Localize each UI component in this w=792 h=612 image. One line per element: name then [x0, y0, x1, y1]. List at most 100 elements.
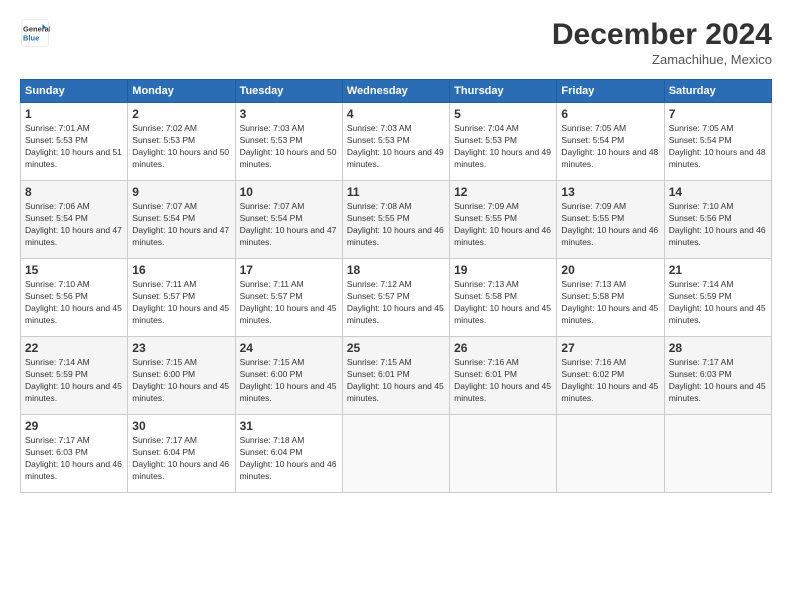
calendar-cell: 21 Sunrise: 7:14 AMSunset: 5:59 PMDayligh…	[664, 259, 771, 337]
calendar-table: SundayMondayTuesdayWednesdayThursdayFrid…	[20, 79, 772, 493]
day-info: Sunrise: 7:15 AMSunset: 6:01 PMDaylight:…	[347, 357, 445, 405]
day-info: Sunrise: 7:14 AMSunset: 5:59 PMDaylight:…	[25, 357, 123, 405]
day-number: 22	[25, 341, 123, 355]
calendar-cell: 15Sunrise: 7:10 AMSunset: 5:56 PMDayligh…	[21, 259, 128, 337]
logo-icon: General Blue	[20, 18, 50, 48]
calendar-cell: 25Sunrise: 7:15 AMSunset: 6:01 PMDayligh…	[342, 337, 449, 415]
day-number: 12	[454, 185, 552, 199]
day-number: 29	[25, 419, 123, 433]
svg-text:General: General	[23, 25, 50, 34]
day-number: 20	[561, 263, 659, 277]
calendar-cell: 28 Sunrise: 7:17 AMSunset: 6:03 PMDayligh…	[664, 337, 771, 415]
calendar-cell: 20 Sunrise: 7:13 AMSunset: 5:58 PMDayligh…	[557, 259, 664, 337]
day-info: Sunrise: 7:04 AMSunset: 5:53 PMDaylight:…	[454, 123, 552, 171]
day-number: 30	[132, 419, 230, 433]
day-number: 7	[669, 107, 767, 121]
day-info: Sunrise: 7:03 AMSunset: 5:53 PMDaylight:…	[347, 123, 445, 171]
day-info: Sunrise: 7:06 AMSunset: 5:54 PMDaylight:…	[25, 201, 123, 249]
day-info: Sunrise: 7:05 AMSunset: 5:54 PMDaylight:…	[561, 123, 659, 171]
day-number: 19	[454, 263, 552, 277]
day-header-monday: Monday	[128, 80, 235, 103]
day-info: Sunrise: 7:12 AMSunset: 5:57 PMDaylight:…	[347, 279, 445, 327]
calendar-cell: 11 Sunrise: 7:08 AMSunset: 5:55 PMDayligh…	[342, 181, 449, 259]
day-number: 5	[454, 107, 552, 121]
day-number: 23	[132, 341, 230, 355]
day-info: Sunrise: 7:17 AMSunset: 6:03 PMDaylight:…	[25, 435, 123, 483]
day-info: Sunrise: 7:17 AMSunset: 6:04 PMDaylight:…	[132, 435, 230, 483]
calendar-week-3: 15Sunrise: 7:10 AMSunset: 5:56 PMDayligh…	[21, 259, 772, 337]
calendar-body: 1 Sunrise: 7:01 AMSunset: 5:53 PMDaylight…	[21, 103, 772, 493]
day-info: Sunrise: 7:11 AMSunset: 5:57 PMDaylight:…	[240, 279, 338, 327]
calendar-cell: 29 Sunrise: 7:17 AMSunset: 6:03 PMDayligh…	[21, 415, 128, 493]
calendar-cell: 1 Sunrise: 7:01 AMSunset: 5:53 PMDaylight…	[21, 103, 128, 181]
calendar-cell: 16Sunrise: 7:11 AMSunset: 5:57 PMDayligh…	[128, 259, 235, 337]
day-header-thursday: Thursday	[450, 80, 557, 103]
calendar-cell: 22 Sunrise: 7:14 AMSunset: 5:59 PMDayligh…	[21, 337, 128, 415]
day-number: 10	[240, 185, 338, 199]
day-number: 27	[561, 341, 659, 355]
calendar-cell: 9 Sunrise: 7:07 AMSunset: 5:54 PMDaylight…	[128, 181, 235, 259]
calendar-cell	[450, 415, 557, 493]
day-number: 24	[240, 341, 338, 355]
day-header-friday: Friday	[557, 80, 664, 103]
day-info: Sunrise: 7:15 AMSunset: 6:00 PMDaylight:…	[240, 357, 338, 405]
calendar-cell	[664, 415, 771, 493]
day-number: 26	[454, 341, 552, 355]
day-info: Sunrise: 7:16 AMSunset: 6:02 PMDaylight:…	[561, 357, 659, 405]
day-info: Sunrise: 7:05 AMSunset: 5:54 PMDaylight:…	[669, 123, 767, 171]
day-number: 6	[561, 107, 659, 121]
calendar-header-row: SundayMondayTuesdayWednesdayThursdayFrid…	[21, 80, 772, 103]
day-number: 14	[669, 185, 767, 199]
day-number: 11	[347, 185, 445, 199]
svg-text:Blue: Blue	[23, 34, 39, 43]
day-number: 18	[347, 263, 445, 277]
day-info: Sunrise: 7:17 AMSunset: 6:03 PMDaylight:…	[669, 357, 767, 405]
header: General Blue December 2024 Zamachihue, M…	[20, 18, 772, 67]
day-info: Sunrise: 7:09 AMSunset: 5:55 PMDaylight:…	[454, 201, 552, 249]
calendar-cell: 17 Sunrise: 7:11 AMSunset: 5:57 PMDayligh…	[235, 259, 342, 337]
day-info: Sunrise: 7:13 AMSunset: 5:58 PMDaylight:…	[561, 279, 659, 327]
calendar-cell: 12 Sunrise: 7:09 AMSunset: 5:55 PMDayligh…	[450, 181, 557, 259]
calendar-cell: 6 Sunrise: 7:05 AMSunset: 5:54 PMDaylight…	[557, 103, 664, 181]
day-info: Sunrise: 7:07 AMSunset: 5:54 PMDaylight:…	[240, 201, 338, 249]
day-number: 16	[132, 263, 230, 277]
day-info: Sunrise: 7:01 AMSunset: 5:53 PMDaylight:…	[25, 123, 123, 171]
day-number: 9	[132, 185, 230, 199]
day-number: 2	[132, 107, 230, 121]
calendar-cell: 14 Sunrise: 7:10 AMSunset: 5:56 PMDayligh…	[664, 181, 771, 259]
calendar-cell: 23Sunrise: 7:15 AMSunset: 6:00 PMDayligh…	[128, 337, 235, 415]
month-title: December 2024	[552, 18, 772, 52]
day-info: Sunrise: 7:09 AMSunset: 5:55 PMDaylight:…	[561, 201, 659, 249]
title-block: December 2024 Zamachihue, Mexico	[552, 18, 772, 67]
day-info: Sunrise: 7:14 AMSunset: 5:59 PMDaylight:…	[669, 279, 767, 327]
calendar-cell: 27 Sunrise: 7:16 AMSunset: 6:02 PMDayligh…	[557, 337, 664, 415]
calendar-cell: 19 Sunrise: 7:13 AMSunset: 5:58 PMDayligh…	[450, 259, 557, 337]
day-number: 28	[669, 341, 767, 355]
calendar-cell: 10 Sunrise: 7:07 AMSunset: 5:54 PMDayligh…	[235, 181, 342, 259]
calendar-cell: 18 Sunrise: 7:12 AMSunset: 5:57 PMDayligh…	[342, 259, 449, 337]
day-info: Sunrise: 7:13 AMSunset: 5:58 PMDaylight:…	[454, 279, 552, 327]
calendar-cell: 26Sunrise: 7:16 AMSunset: 6:01 PMDayligh…	[450, 337, 557, 415]
calendar-cell: 13Sunrise: 7:09 AMSunset: 5:55 PMDayligh…	[557, 181, 664, 259]
calendar-cell: 8Sunrise: 7:06 AMSunset: 5:54 PMDaylight…	[21, 181, 128, 259]
day-info: Sunrise: 7:03 AMSunset: 5:53 PMDaylight:…	[240, 123, 338, 171]
day-info: Sunrise: 7:08 AMSunset: 5:55 PMDaylight:…	[347, 201, 445, 249]
day-number: 1	[25, 107, 123, 121]
calendar-cell: 30 Sunrise: 7:17 AMSunset: 6:04 PMDayligh…	[128, 415, 235, 493]
day-info: Sunrise: 7:07 AMSunset: 5:54 PMDaylight:…	[132, 201, 230, 249]
calendar-cell: 5 Sunrise: 7:04 AMSunset: 5:53 PMDaylight…	[450, 103, 557, 181]
day-header-sunday: Sunday	[21, 80, 128, 103]
calendar-week-5: 29 Sunrise: 7:17 AMSunset: 6:03 PMDayligh…	[21, 415, 772, 493]
day-number: 4	[347, 107, 445, 121]
calendar-week-4: 22 Sunrise: 7:14 AMSunset: 5:59 PMDayligh…	[21, 337, 772, 415]
day-header-saturday: Saturday	[664, 80, 771, 103]
location: Zamachihue, Mexico	[552, 52, 772, 67]
page: General Blue December 2024 Zamachihue, M…	[0, 0, 792, 503]
calendar-cell: 7 Sunrise: 7:05 AMSunset: 5:54 PMDaylight…	[664, 103, 771, 181]
day-number: 21	[669, 263, 767, 277]
day-info: Sunrise: 7:10 AMSunset: 5:56 PMDaylight:…	[669, 201, 767, 249]
day-number: 17	[240, 263, 338, 277]
day-info: Sunrise: 7:02 AMSunset: 5:53 PMDaylight:…	[132, 123, 230, 171]
calendar-cell: 24 Sunrise: 7:15 AMSunset: 6:00 PMDayligh…	[235, 337, 342, 415]
calendar-cell: 4 Sunrise: 7:03 AMSunset: 5:53 PMDaylight…	[342, 103, 449, 181]
